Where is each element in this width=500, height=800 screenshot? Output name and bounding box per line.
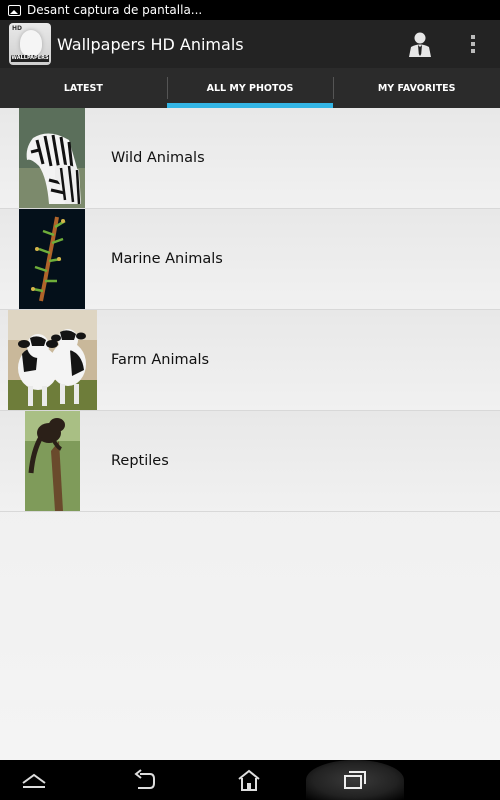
overflow-menu-icon[interactable] [464,32,482,56]
app-icon[interactable]: HD WALLPAPERS [9,23,51,65]
ghost-pipefish-thumbnail [19,209,85,309]
account-icon[interactable] [406,30,434,58]
list-item-label: Marine Animals [111,251,223,267]
status-notification-text: Desant captura de pantalla... [27,3,203,17]
tab-all-my-photos-label: ALL MY PHOTOS [206,82,294,94]
category-list: Wild Animals Marine Animals Farm Animals… [0,108,500,760]
app-icon-caption: WALLPAPERS [11,55,49,62]
status-bar: Desant captura de pantalla... [0,0,500,20]
white-lion-face [20,30,42,56]
monkey-on-branch-thumbnail [25,411,80,511]
tab-bar: LATEST ALL MY PHOTOS MY FAVORITES [0,68,500,108]
tab-latest-label: LATEST [63,82,103,94]
zebras-thumbnail [19,108,85,208]
list-item-label: Reptiles [111,453,169,469]
list-item-reptiles[interactable]: Reptiles [0,411,500,512]
list-item-label: Wild Animals [111,150,205,166]
calves-thumbnail [8,310,97,410]
tab-latest[interactable]: LATEST [0,68,167,108]
list-item-label: Farm Animals [111,352,210,368]
undo-icon[interactable] [124,760,164,800]
app-title: Wallpapers HD Animals [57,34,244,54]
app-icon-badge: HD [12,25,23,32]
list-item-marine-animals[interactable]: Marine Animals [0,209,500,310]
navigation-bar [0,760,500,800]
list-item-wild-animals[interactable]: Wild Animals [0,108,500,209]
image-icon [8,4,21,16]
list-item-farm-animals[interactable]: Farm Animals [0,310,500,411]
tab-my-favorites[interactable]: MY FAVORITES [333,68,500,108]
recent-apps-icon[interactable] [335,760,375,800]
action-bar: HD WALLPAPERS Wallpapers HD Animals [0,20,500,68]
tab-my-favorites-label: MY FAVORITES [377,82,456,94]
tab-all-my-photos[interactable]: ALL MY PHOTOS [166,68,334,108]
back-arrow-icon[interactable] [14,760,54,800]
home-icon[interactable] [229,760,269,800]
